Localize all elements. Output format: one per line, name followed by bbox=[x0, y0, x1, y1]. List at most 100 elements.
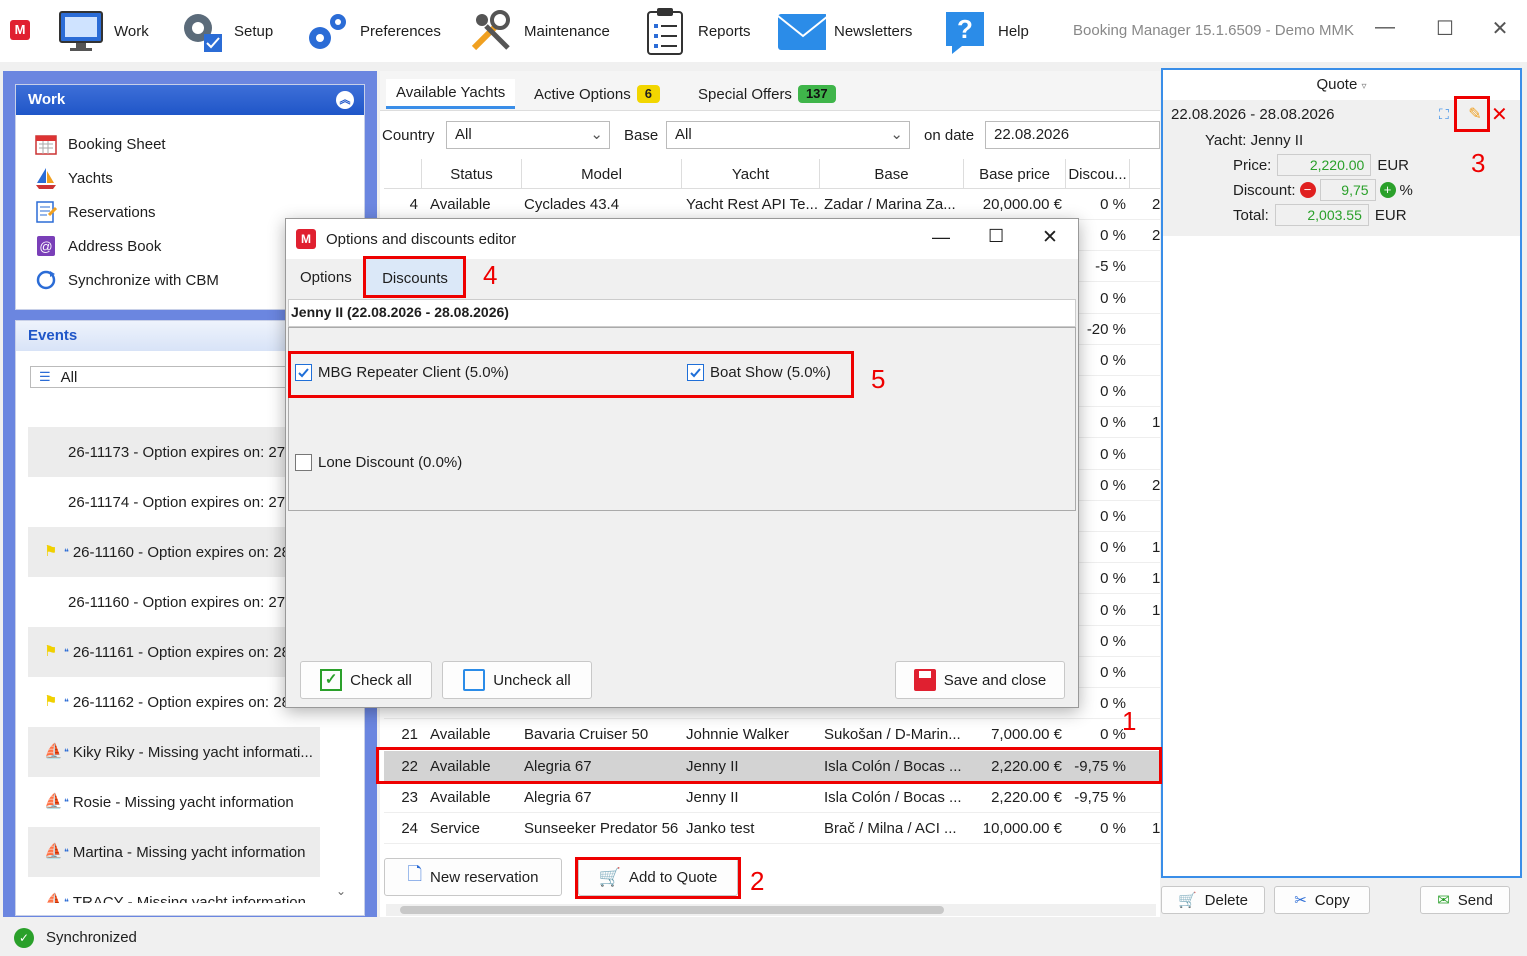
close-window-button[interactable]: ✕ bbox=[1485, 16, 1515, 41]
nav-synchronize-cbm[interactable]: Synchronize with CBM bbox=[34, 266, 219, 294]
scrollbar-thumb[interactable] bbox=[400, 906, 944, 914]
table-row[interactable]: 23 Available Alegria 67 Jenny II Isla Colón … bbox=[384, 782, 1160, 813]
dialog-close-button[interactable]: ✕ bbox=[1042, 226, 1058, 249]
quote-panel: Quote ▿ 22.08.2026 - 28.08.2026 ⛶ ✎ ✕ Ya… bbox=[1161, 68, 1522, 878]
cell-price: 7,000.00 € bbox=[991, 726, 1062, 744]
minus-icon[interactable]: − bbox=[1299, 182, 1316, 198]
event-row[interactable]: ⚑ ❝ 26-11161 - Option expires on: 28 bbox=[28, 627, 320, 677]
dialog-minimize-button[interactable]: — bbox=[932, 227, 950, 248]
toolbar-preferences-label: Preferences bbox=[360, 22, 441, 40]
col-discount-header[interactable]: Discou... bbox=[1066, 159, 1130, 189]
col-model-header[interactable]: Model bbox=[522, 159, 682, 189]
nav-yachts[interactable]: Yachts bbox=[34, 164, 113, 192]
toolbar-newsletters[interactable]: Newsletters bbox=[776, 6, 912, 56]
col-baseprice-header[interactable]: Base price bbox=[964, 159, 1066, 189]
scissors-icon: ✂ bbox=[1294, 892, 1307, 909]
event-row[interactable]: ⛵ ❝ Rosie - Missing yacht information bbox=[28, 777, 320, 827]
quote-total-row: Total: 2,003.55 EUR bbox=[1233, 204, 1407, 226]
event-row[interactable]: ⚑ ❝ 26-11162 - Option expires on: 28 bbox=[28, 677, 320, 727]
address-book-icon: @ bbox=[34, 234, 58, 258]
event-row[interactable]: 26-11160 - Option expires on: 27 bbox=[28, 577, 320, 627]
total-label: Total: bbox=[1233, 206, 1269, 224]
dialog-tab-options[interactable]: Options bbox=[300, 269, 352, 286]
collapse-icon[interactable]: ︽ bbox=[336, 91, 354, 109]
save-and-close-button[interactable]: Save and close bbox=[895, 661, 1065, 699]
event-row[interactable]: ⛵ ❝ TRACY - Missing yacht information bbox=[28, 877, 320, 904]
event-row[interactable]: 26-11174 - Option expires on: 27 bbox=[28, 477, 320, 527]
country-label: Country bbox=[382, 126, 435, 144]
col-base-header[interactable]: Base bbox=[820, 159, 964, 189]
check-all-button[interactable]: ✓ Check all bbox=[300, 661, 432, 699]
date-input[interactable]: 22.08.2026 bbox=[985, 121, 1160, 149]
event-text: Martina - Missing yacht information bbox=[72, 843, 306, 861]
quote-copy-button[interactable]: ✂ Copy bbox=[1274, 886, 1370, 914]
event-row[interactable]: 26-11173 - Option expires on: 27 bbox=[28, 427, 320, 477]
toolbar-setup[interactable]: Setup bbox=[176, 6, 273, 56]
tab-active-options[interactable]: Active Options 6 bbox=[534, 79, 660, 109]
checkbox-checked-icon[interactable] bbox=[687, 364, 704, 381]
maximize-button[interactable]: ☐ bbox=[1430, 16, 1460, 41]
table-row[interactable]: 22 Available Alegria 67 Jenny II Isla Colón … bbox=[384, 750, 1160, 782]
cart-icon: 🛒 bbox=[1177, 892, 1197, 909]
country-select[interactable]: All ⌄ bbox=[446, 121, 610, 149]
price-input[interactable]: 2,220.00 bbox=[1277, 154, 1372, 176]
event-row[interactable]: ⚑ ❝ 26-11160 - Option expires on: 28 bbox=[28, 527, 320, 577]
dialog-maximize-button[interactable]: ☐ bbox=[988, 226, 1004, 247]
toolbar-reports[interactable]: Reports bbox=[640, 6, 751, 56]
tools-icon bbox=[466, 8, 516, 54]
uncheck-all-button[interactable]: Uncheck all bbox=[442, 661, 592, 699]
toolbar-work[interactable]: Work bbox=[56, 6, 149, 56]
table-row[interactable]: 21 Available Bavaria Cruiser 50 Johnnie Wal… bbox=[384, 719, 1160, 751]
table-row[interactable]: 4 Available Cyclades 43.4 Yacht Rest API Te… bbox=[384, 189, 1160, 220]
nav-reservations[interactable]: Reservations bbox=[34, 198, 156, 226]
event-row[interactable]: ⛵ ❝ Martina - Missing yacht information bbox=[28, 827, 320, 877]
plus-icon[interactable]: + bbox=[1379, 182, 1396, 198]
edit-discounts-icon[interactable]: ✎ bbox=[1463, 104, 1487, 128]
quote-send-button[interactable]: ✉ Send bbox=[1420, 886, 1510, 914]
toolbar-help[interactable]: ? Help bbox=[940, 6, 1029, 56]
new-reservation-button[interactable]: 🗋 New reservation bbox=[384, 858, 562, 896]
dialog-tab-discounts[interactable]: Discounts bbox=[366, 259, 464, 297]
nav-address-book-label: Address Book bbox=[68, 237, 162, 255]
quote-title[interactable]: Quote ▿ bbox=[1163, 76, 1520, 93]
total-input[interactable]: 2,003.55 bbox=[1274, 204, 1369, 226]
cell-price: 20,000.00 € bbox=[982, 196, 1062, 213]
checkbox-checked-icon[interactable] bbox=[295, 364, 312, 381]
nav-address-book[interactable]: @ Address Book bbox=[34, 232, 161, 260]
quote-item: 22.08.2026 - 28.08.2026 ⛶ ✎ ✕ Yacht: Jen… bbox=[1163, 100, 1520, 236]
table-row[interactable]: 24 Service Sunseeker Predator 56 Janko test… bbox=[384, 813, 1160, 844]
discount-input[interactable]: 9,75 bbox=[1319, 179, 1376, 201]
base-select[interactable]: All ⌄ bbox=[666, 121, 910, 149]
nav-booking-sheet[interactable]: Booking Sheet bbox=[34, 130, 166, 158]
envelope-icon bbox=[776, 8, 826, 54]
checkbox-unchecked-icon[interactable] bbox=[295, 454, 312, 471]
tab-special-offers[interactable]: Special Offers 137 bbox=[698, 79, 836, 109]
expand-icon[interactable]: ⛶ bbox=[1439, 106, 1449, 123]
add-to-quote-label: Add to Quote bbox=[629, 868, 718, 886]
col-yacht-header[interactable]: Yacht bbox=[682, 159, 820, 189]
event-text: Kiky Riky - Missing yacht informati... bbox=[72, 743, 313, 761]
tab-available-yachts[interactable]: Available Yachts bbox=[386, 79, 516, 109]
cell-price: 2,220.00 € bbox=[991, 757, 1062, 775]
toolbar-maintenance[interactable]: Maintenance bbox=[466, 6, 610, 56]
nav-synchronize-cbm-label: Synchronize with CBM bbox=[68, 271, 219, 289]
toolbar-preferences[interactable]: Preferences bbox=[302, 6, 441, 56]
event-row[interactable]: ⛵ ❝ Kiky Riky - Missing yacht informati... bbox=[28, 727, 320, 777]
discount-lone[interactable]: Lone Discount (0.0%) bbox=[295, 454, 462, 471]
col-status-header[interactable]: Status bbox=[422, 159, 522, 189]
discount-mbg-repeater[interactable]: MBG Repeater Client (5.0%) bbox=[295, 364, 509, 381]
remove-quote-icon[interactable]: ✕ bbox=[1491, 102, 1508, 127]
tab-active-options-label: Active Options bbox=[534, 85, 631, 103]
cell-num: 23 bbox=[401, 788, 418, 806]
svg-text:?: ? bbox=[957, 14, 973, 44]
discount-boat-show[interactable]: Boat Show (5.0%) bbox=[687, 364, 831, 381]
center-tabs: Available Yachts Active Options 6 Special… bbox=[380, 71, 1160, 111]
add-to-quote-button[interactable]: 🛒 Add to Quote bbox=[578, 858, 738, 896]
event-text: 26-11160 - Option expires on: 27 bbox=[68, 593, 286, 611]
events-scroll-down-icon[interactable]: ⌄ bbox=[336, 884, 346, 898]
toolbar-help-label: Help bbox=[998, 22, 1029, 40]
cell-model: Cyclades 43.4 bbox=[524, 196, 620, 213]
minimize-button[interactable]: — bbox=[1370, 16, 1400, 39]
horizontal-scrollbar[interactable] bbox=[386, 904, 1156, 916]
quote-delete-button[interactable]: 🛒 Delete bbox=[1161, 886, 1265, 914]
